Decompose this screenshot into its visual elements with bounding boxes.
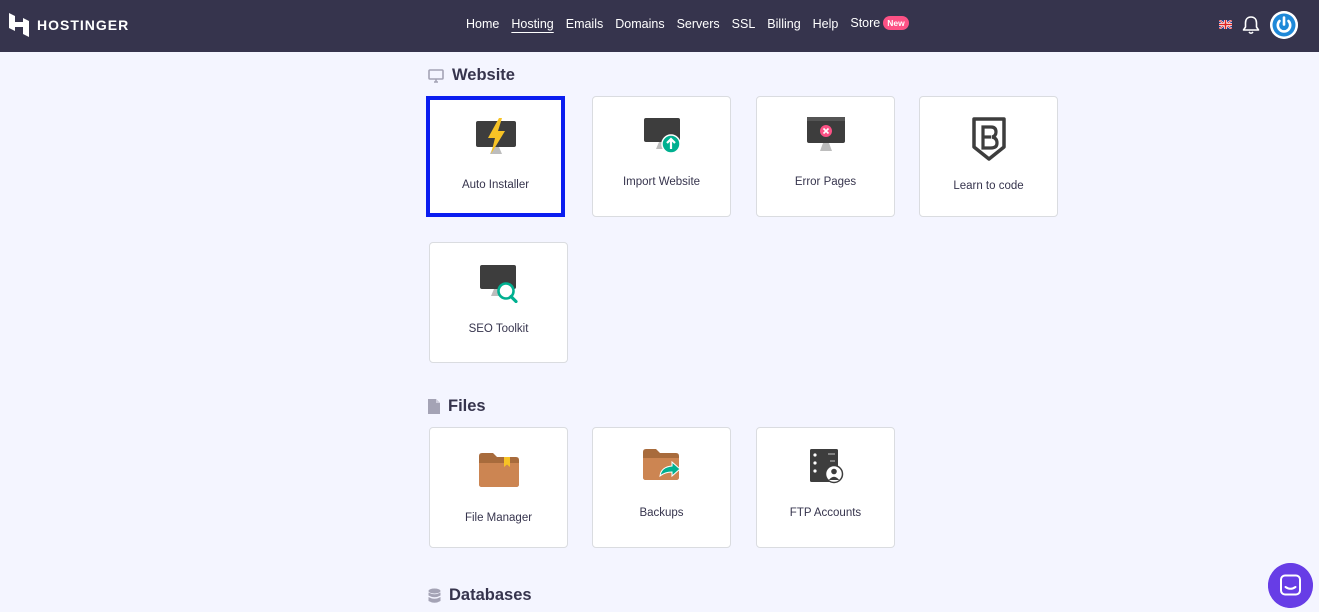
nav-store[interactable]: Store New xyxy=(850,16,909,31)
nav-home[interactable]: Home xyxy=(466,17,499,31)
nav-billing[interactable]: Billing xyxy=(767,17,800,31)
files-title-text: Files xyxy=(448,397,486,415)
ftp-accounts-card[interactable]: FTP Accounts xyxy=(756,427,895,548)
brand-name: HOSTINGER xyxy=(37,17,130,33)
backups-label: Backups xyxy=(639,507,684,519)
hostinger-logo-icon xyxy=(9,13,29,37)
error-pages-card[interactable]: Error Pages xyxy=(756,96,895,217)
backups-card[interactable]: Backups xyxy=(592,427,731,548)
file-manager-label: File Manager xyxy=(464,512,533,524)
learn-to-code-label: Learn to code xyxy=(953,180,1024,192)
website-section-title: Website xyxy=(428,66,515,85)
search-monitor-icon xyxy=(479,265,518,303)
nav-servers[interactable]: Servers xyxy=(677,17,720,31)
backup-folder-icon xyxy=(642,449,681,480)
file-manager-card[interactable]: File Manager xyxy=(429,427,568,548)
chat-launcher-icon[interactable] xyxy=(1268,563,1313,608)
learn-to-code-card[interactable]: Learn to code xyxy=(919,96,1058,217)
databases-section-title: Databases xyxy=(428,586,532,605)
nav-emails[interactable]: Emails xyxy=(566,17,604,31)
error-pages-label: Error Pages xyxy=(794,176,857,188)
document-icon xyxy=(428,399,440,414)
import-website-label: Import Website xyxy=(622,176,701,188)
folder-icon xyxy=(478,453,519,487)
nav-domains[interactable]: Domains xyxy=(615,17,664,31)
files-section-title: Files xyxy=(428,397,486,416)
website-title-text: Website xyxy=(452,66,515,84)
error-monitor-icon xyxy=(806,117,845,151)
main-nav: Home Hosting Emails Domains Servers SSL … xyxy=(466,16,909,31)
database-icon xyxy=(428,588,441,603)
ftp-server-icon xyxy=(809,449,843,484)
nav-hosting[interactable]: Hosting xyxy=(511,17,553,31)
top-navigation-bar: HOSTINGER Home Hosting Emails Domains Se… xyxy=(0,0,1319,52)
hostinger-logo[interactable]: HOSTINGER xyxy=(9,13,129,37)
bootstrap-shield-icon xyxy=(971,117,1006,161)
auto-installer-label: Auto Installer xyxy=(461,179,530,191)
nav-help[interactable]: Help xyxy=(813,17,839,31)
lightning-monitor-icon xyxy=(475,118,516,154)
import-website-card[interactable]: Import Website xyxy=(592,96,731,217)
new-badge: New xyxy=(883,16,909,30)
nav-ssl[interactable]: SSL xyxy=(732,17,756,31)
ftp-accounts-label: FTP Accounts xyxy=(789,507,862,519)
seo-toolkit-card[interactable]: SEO Toolkit xyxy=(429,242,568,363)
account-power-avatar-icon[interactable] xyxy=(1270,11,1298,39)
seo-toolkit-label: SEO Toolkit xyxy=(468,323,529,335)
databases-title-text: Databases xyxy=(449,586,532,604)
uk-flag-icon[interactable] xyxy=(1219,20,1232,29)
upload-monitor-icon xyxy=(643,118,681,154)
nav-store-label: Store xyxy=(850,16,881,30)
monitor-icon xyxy=(428,68,444,83)
notification-bell-icon[interactable] xyxy=(1242,15,1260,35)
auto-installer-card[interactable]: Auto Installer xyxy=(426,96,565,217)
